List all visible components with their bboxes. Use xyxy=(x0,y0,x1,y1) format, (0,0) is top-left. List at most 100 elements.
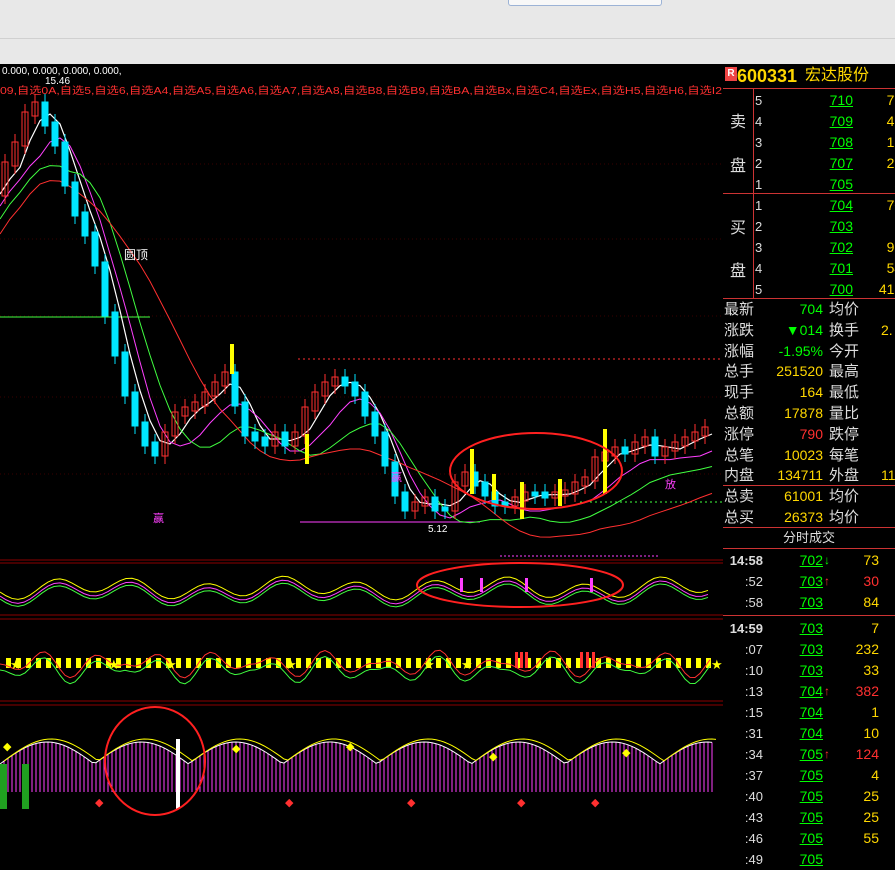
buy-price[interactable]: 704 xyxy=(793,195,853,216)
signal-block xyxy=(236,658,241,668)
star-icon: ★ xyxy=(285,657,297,672)
stat-label: 涨跌 xyxy=(724,321,755,339)
tick-row[interactable]: 14:59 703 7 xyxy=(723,618,895,639)
sell-price[interactable]: 709 xyxy=(793,111,853,132)
signal-block xyxy=(96,658,101,668)
arrow-up-icon: ↑ xyxy=(824,684,830,698)
active-tab[interactable] xyxy=(508,0,662,6)
stat-label: 最低 xyxy=(829,384,860,402)
stat-label: 总笔 xyxy=(724,446,755,464)
stock-name[interactable]: 宏达股份 xyxy=(805,64,869,88)
stat-label: 涨停 xyxy=(724,425,755,443)
stat-row: 内盘 134711 外盘 116 xyxy=(723,465,895,486)
buy-price[interactable]: 703 xyxy=(793,216,853,237)
arrow-down-icon: ↓ xyxy=(824,553,830,567)
indicator-bar xyxy=(480,578,483,592)
bottom-tag-1: 赢 xyxy=(153,511,164,525)
stat-row: 总笔 10023 每笔 xyxy=(723,445,895,466)
buy-level-row[interactable]: 4 701 545 xyxy=(753,258,895,279)
level-number: 5 xyxy=(755,282,763,297)
tick-volume: 10 xyxy=(863,725,879,741)
buy-price[interactable]: 700 xyxy=(793,279,853,300)
stock-code[interactable]: 600331 xyxy=(737,64,797,88)
sell-price[interactable]: 708 xyxy=(793,132,853,153)
tick-row[interactable]: :58 703 84 xyxy=(723,592,895,613)
signal-block xyxy=(416,658,421,668)
level-number: 1 xyxy=(755,198,763,213)
sell-price[interactable]: 707 xyxy=(793,153,853,174)
right-tag: 放 xyxy=(665,477,676,491)
signal-block xyxy=(296,658,301,668)
diamond-icon: ◆ xyxy=(232,743,241,755)
buy-price[interactable]: 702 xyxy=(793,237,853,258)
tick-row[interactable]: :52 703 ↑ 30 xyxy=(723,571,895,592)
sell-price[interactable]: 705 xyxy=(793,174,853,195)
signal-block xyxy=(66,658,71,668)
tick-row[interactable]: :37 705 4 xyxy=(723,765,895,786)
sell-level-row[interactable]: 4 709 455 xyxy=(753,111,895,132)
tick-row[interactable]: :31 704 10 xyxy=(723,723,895,744)
tick-row[interactable]: :40 705 25 xyxy=(723,786,895,807)
tick-volume: 7 xyxy=(871,620,879,636)
tick-price: 704 xyxy=(799,704,823,720)
signal-block xyxy=(696,658,701,668)
level-number: 2 xyxy=(755,219,763,234)
tick-row[interactable]: :34 705 ↑ 124 xyxy=(723,744,895,765)
kline-chart[interactable]: 0.000, 0.000, 0.000, 0.000, 15.46 09,自选0… xyxy=(0,64,723,851)
tick-time: :10 xyxy=(744,663,763,678)
tick-row[interactable]: :15 704 1 xyxy=(723,702,895,723)
signal-bar xyxy=(515,652,518,668)
sell-volume: 39 xyxy=(853,174,895,195)
sell-level-row[interactable]: 2 707 258 xyxy=(753,153,895,174)
candle xyxy=(141,421,149,447)
sell-price[interactable]: 710 xyxy=(793,90,853,111)
candle xyxy=(621,446,629,455)
watchlist-labels[interactable]: 09,自选0A,自选5,自选6,自选A4,自选A5,自选A6,自选A7,自选A8… xyxy=(0,84,723,97)
histogram-bar xyxy=(22,764,29,809)
indicator-panel-2: ★ ★ ★ ★ ★ ★ ★ xyxy=(0,649,723,685)
buy-price[interactable]: 701 xyxy=(793,258,853,279)
stat-label: 内盘 xyxy=(724,467,755,485)
tick-row[interactable]: :43 705 25 xyxy=(723,807,895,828)
signal-block xyxy=(406,658,411,668)
buy-label: 买 xyxy=(729,220,746,237)
stat-row: 总卖 61001 均价 xyxy=(723,486,895,507)
candle xyxy=(111,311,119,357)
tick-price: 705 xyxy=(799,830,823,846)
stat-value: 790 xyxy=(799,425,823,442)
sell-level-row[interactable]: 5 710 714 xyxy=(753,90,895,111)
buy-volume: 924 xyxy=(886,239,895,255)
tick-volume: 1 xyxy=(871,704,879,720)
stat-row: 涨跌 ▼014 换手 2. xyxy=(723,320,895,341)
buy-level-row[interactable]: 5 700 4172 xyxy=(753,279,895,300)
tick-time: :49 xyxy=(744,852,763,867)
tick-time: :58 xyxy=(744,595,763,610)
fenshi-header[interactable]: 分时成交 xyxy=(723,527,895,549)
highlight-candle xyxy=(520,482,524,519)
sell-level-row[interactable]: 3 708 189 xyxy=(753,132,895,153)
stat-label: 总买 xyxy=(724,508,755,526)
signal-block xyxy=(306,658,311,668)
stock-header: R 600331 宏达股份 xyxy=(723,64,895,88)
candle xyxy=(341,376,349,387)
tick-time: 14:58 xyxy=(729,553,763,568)
tick-row[interactable]: 14:58 702 ↓ 73 xyxy=(723,550,895,571)
tick-row[interactable]: :10 703 33 xyxy=(723,660,895,681)
tick-row[interactable]: :46 705 55 xyxy=(723,828,895,849)
buy-level-row[interactable]: 3 702 924 xyxy=(753,237,895,258)
tick-row[interactable]: :07 703 232 xyxy=(723,639,895,660)
tick-row[interactable]: :13 704 ↑ 382 xyxy=(723,681,895,702)
sell-level-row[interactable]: 1 70539 xyxy=(753,174,895,195)
candle xyxy=(261,436,269,447)
signal-block xyxy=(436,658,441,668)
buy-level-row[interactable]: 1 704 709 xyxy=(753,195,895,216)
chart-grid xyxy=(0,163,723,706)
buy-level-row[interactable]: 2 70385 xyxy=(753,216,895,237)
stat-value: 2. xyxy=(881,321,893,338)
signal-bar xyxy=(586,652,589,668)
signal-block xyxy=(246,658,251,668)
stat-label: 今开 xyxy=(829,342,860,360)
sell-label: 卖 xyxy=(729,114,746,131)
tick-row[interactable]: :49 705 xyxy=(723,849,895,870)
stat-value: 164 xyxy=(799,384,823,401)
